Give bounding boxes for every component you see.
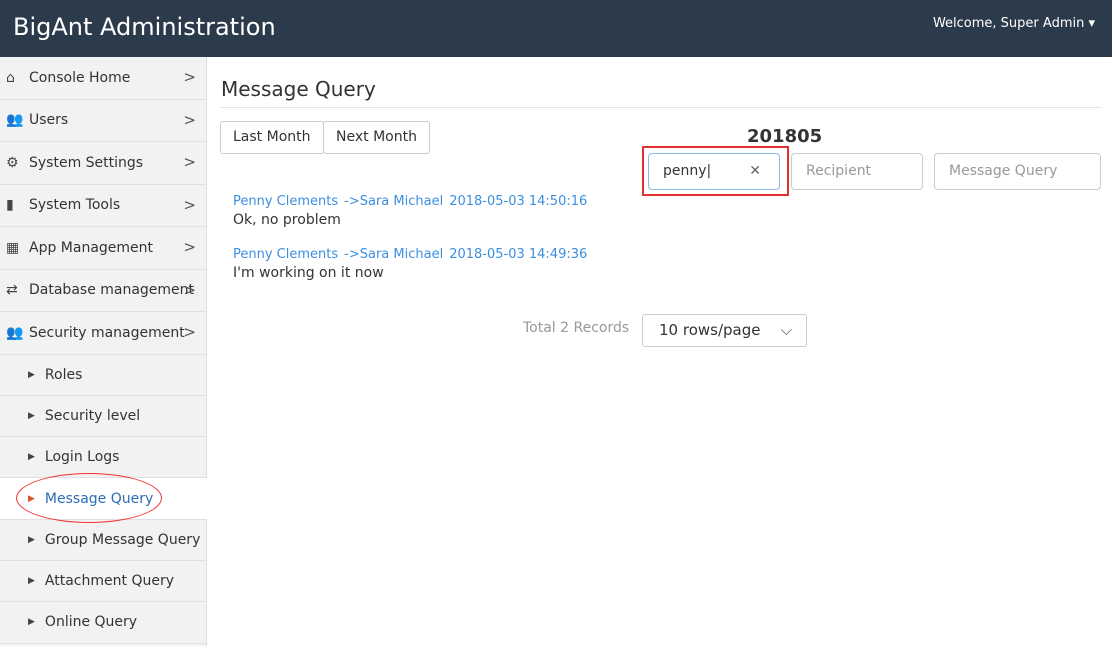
sidebar-subitem-label: Login Logs	[44, 449, 120, 466]
sidebar-subitem-label: Group Message Query	[44, 531, 201, 548]
page-size-select[interactable]: 10 rows/page ⌵	[642, 314, 807, 347]
sidebar-subitem[interactable]: ▶ Roles	[0, 355, 206, 396]
caret-right-icon: ▶	[28, 617, 35, 628]
sidebar-item-label: Security management	[29, 324, 185, 341]
sidebar-item-label: Users	[29, 112, 69, 129]
caret-right-icon: ▶	[28, 576, 35, 587]
sidebar: ⌂ Console Home > 👥 Users > ⚙ System Settings > ▮ S…	[0, 57, 207, 646]
message-item: Penny Clements ->Sara Michael 2018-05-03 1…	[233, 247, 593, 281]
message-text: I'm working on it now	[233, 265, 384, 281]
chevron-right-icon: >	[183, 238, 196, 256]
message-time: 2018-05-03 14:49:36	[449, 247, 588, 262]
sidebar-item[interactable]: ⚙ System Settings >	[0, 142, 206, 185]
total-records: Total 2 Records	[523, 320, 630, 336]
sidebar-item[interactable]: ⌂ Console Home >	[0, 57, 206, 100]
sidebar-subitem[interactable]: ▶ Security level	[0, 396, 206, 438]
sidebar-subitem-label: Online Query	[44, 614, 138, 631]
chevron-right-icon: >	[183, 195, 196, 214]
message-item: Penny Clements ->Sara Michael 2018-05-03 1…	[233, 194, 593, 228]
message-query-input[interactable]: Message Query	[934, 153, 1101, 190]
retweet-icon: ⇄	[6, 282, 18, 299]
sidebar-subitem-label: Security level	[44, 407, 141, 424]
sidebar-item[interactable]: ▦ App Management >	[0, 227, 206, 270]
message-sender[interactable]: Penny Clements	[233, 247, 338, 262]
app-header: BigAnt Administration Welcome, Super Adm…	[0, 0, 1112, 57]
chevron-right-icon: >	[183, 323, 196, 341]
user-menu[interactable]: Welcome, Super Admin ▾	[933, 16, 1095, 31]
briefcase-icon: ▮	[6, 197, 14, 214]
users-icon: 👥	[6, 324, 24, 341]
sidebar-item-label: System Tools	[29, 197, 121, 214]
chevron-right-icon: >	[183, 68, 196, 86]
page-title: Message Query	[221, 77, 376, 101]
caret-right-icon: ▶	[28, 369, 35, 380]
sidebar-subitem[interactable]: ▶ Group Message Query	[0, 520, 206, 561]
current-month: 201805	[747, 126, 823, 147]
next-month-button[interactable]: Next Month	[323, 121, 430, 154]
grid-icon: ▦	[6, 239, 20, 256]
page-size-value: 10 rows/page	[659, 321, 761, 339]
chevron-right-icon: >	[183, 110, 196, 129]
app-title: BigAnt Administration	[13, 13, 276, 41]
gears-icon: ⚙	[6, 154, 19, 171]
users-icon: 👥	[6, 112, 24, 129]
sidebar-item[interactable]: ⇄ Database management >	[0, 270, 206, 312]
annotation-box	[642, 146, 789, 196]
home-icon: ⌂	[6, 69, 15, 86]
sidebar-subitem[interactable]: ▶ Attachment Query	[0, 561, 206, 603]
caret-right-icon: ▶	[28, 410, 35, 421]
last-month-button[interactable]: Last Month	[220, 121, 324, 154]
sidebar-item-label: System Settings	[29, 154, 144, 171]
message-recipient[interactable]: ->Sara Michael	[344, 247, 443, 262]
message-time: 2018-05-03 14:50:16	[449, 194, 588, 209]
message-sender[interactable]: Penny Clements	[233, 194, 338, 209]
sidebar-item[interactable]: 👥 Users >	[0, 100, 206, 142]
chevron-right-icon: >	[183, 153, 196, 171]
sidebar-item-label: Console Home	[29, 69, 131, 86]
sidebar-subitem-label: Attachment Query	[44, 573, 174, 590]
sidebar-subitem[interactable]: ▶ Login Logs	[0, 437, 206, 479]
sidebar-item[interactable]: 👥 Security management >	[0, 312, 206, 355]
divider	[220, 107, 1101, 108]
caret-right-icon: ▶	[28, 534, 35, 545]
sidebar-subitem[interactable]: ▶ Online Query	[0, 602, 206, 644]
caret-right-icon: ▶	[28, 452, 35, 463]
message-recipient[interactable]: ->Sara Michael	[344, 194, 443, 209]
recipient-input[interactable]: Recipient	[791, 153, 923, 190]
sidebar-item[interactable]: ▮ System Tools >	[0, 185, 206, 227]
annotation-ellipse	[16, 473, 162, 523]
message-text: Ok, no problem	[233, 212, 341, 228]
sidebar-item-label: Database management	[29, 282, 195, 299]
chevron-right-icon: >	[183, 280, 196, 299]
sidebar-item-label: App Management	[29, 239, 154, 256]
sidebar-subitem-label: Roles	[44, 366, 83, 383]
chevron-down-icon: ⌵	[780, 321, 792, 339]
